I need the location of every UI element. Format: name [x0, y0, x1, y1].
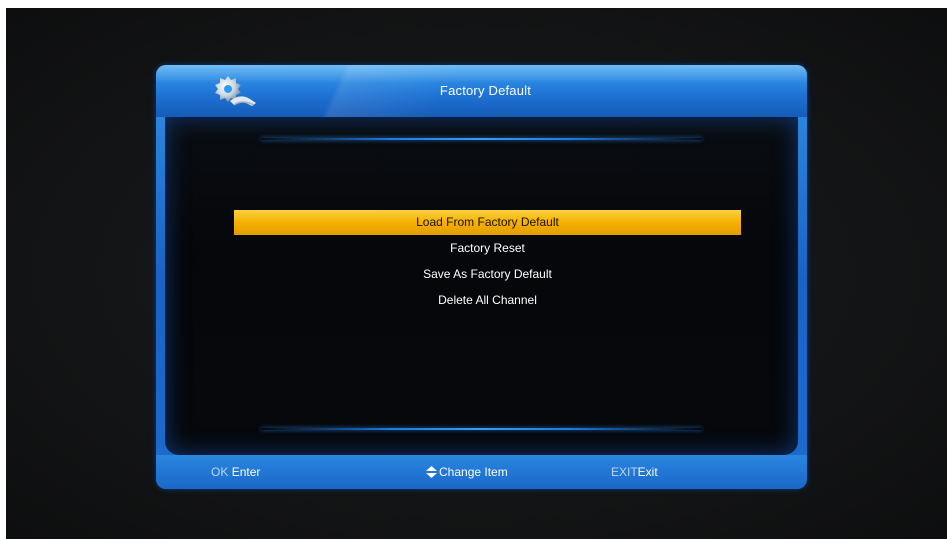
up-down-arrows-icon	[426, 466, 437, 478]
hint-ok-enter: OK Enter	[211, 455, 260, 489]
dialog-title: Factory Default	[439, 83, 532, 98]
menu-item-factory-reset[interactable]: Factory Reset	[234, 236, 741, 261]
hint-change-item: Change Item	[426, 455, 508, 489]
bottom-divider	[261, 428, 702, 430]
menu-item-delete-all-channel[interactable]: Delete All Channel	[234, 288, 741, 313]
menu-item-save-as-factory-default[interactable]: Save As Factory Default	[234, 262, 741, 287]
change-label: Change Item	[439, 465, 508, 479]
exit-key: EXIT	[611, 465, 638, 479]
dialog-header: Factory Default	[156, 65, 807, 117]
ok-label: Enter	[231, 465, 261, 479]
exit-label: Exit	[637, 465, 658, 479]
tv-screen: Factory Default Load From Factory Defaul…	[6, 8, 947, 539]
menu-item-load-from-factory-default[interactable]: Load From Factory Default	[234, 210, 741, 235]
menu-panel: Load From Factory Default Factory Reset …	[165, 117, 798, 455]
factory-default-dialog: Factory Default Load From Factory Defaul…	[156, 65, 807, 489]
top-divider	[261, 138, 702, 140]
menu-list: Load From Factory Default Factory Reset …	[234, 210, 741, 314]
ok-key: OK	[211, 465, 229, 479]
key-hint-bar: OK Enter Change Item EXITExit	[156, 455, 807, 489]
hint-exit: EXITExit	[611, 455, 658, 489]
